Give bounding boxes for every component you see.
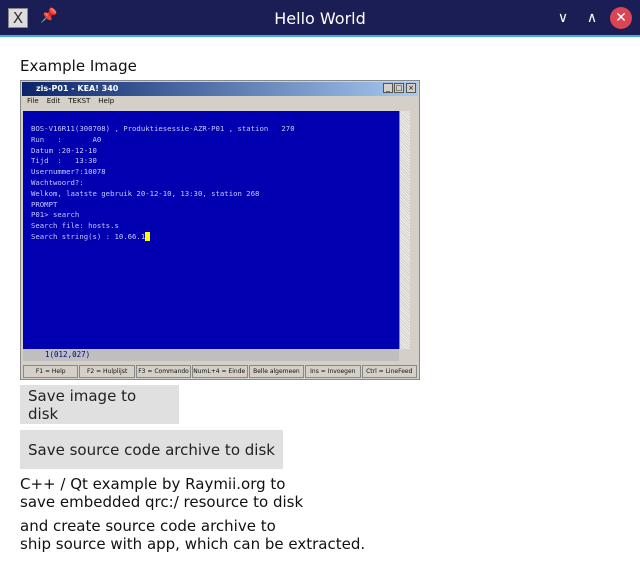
description-line: save embedded qrc:/ resource to disk	[20, 493, 304, 511]
image-close-icon: ×	[406, 83, 416, 93]
terminal-line: Wachtwoord?:	[31, 177, 84, 187]
fkey: Ctrl = LineFeed	[361, 365, 417, 378]
fkey: F1 = Help	[23, 365, 79, 378]
minimize-button[interactable]: ∨	[552, 7, 574, 29]
terminal-line: Search file: hosts.s	[31, 221, 119, 231]
window-title: Hello World	[274, 9, 366, 28]
close-button[interactable]: ✕	[610, 7, 632, 29]
description-line: and create source code archive to	[20, 517, 276, 535]
fkey: F3 = Commando	[135, 365, 192, 378]
fkey: F2 = Hulplijst	[79, 365, 135, 378]
terminal-line: Datum :20-12-10	[31, 145, 97, 155]
terminal-line: Tijd : 13:30	[31, 156, 97, 166]
example-image-heading: Example Image	[20, 57, 137, 75]
terminal-line: PROMPT	[31, 199, 58, 209]
description-line: ship source with app, which can be extra…	[20, 535, 366, 553]
image-min-icon: _	[383, 83, 393, 93]
terminal-line: Run : A0	[31, 134, 102, 144]
fkey: NumL+4 = Einde tel	[192, 365, 248, 378]
image-status: 1(012,027)	[23, 349, 399, 361]
save-archive-button[interactable]: Save source code archive to disk	[20, 430, 283, 469]
fkey: Ins = Invoegen	[305, 365, 361, 378]
example-image: zis-P01 - KEA! 340 _ □ × File Edit TEKST…	[20, 80, 420, 380]
image-menu-item: Help	[98, 97, 115, 105]
fkey: Belle algemeen	[248, 365, 305, 378]
terminal-line: Welkom, laatste gebruik 20-12-10, 13:30,…	[31, 188, 260, 198]
maximize-button[interactable]: ∧	[581, 7, 603, 29]
image-window-title: zis-P01 - KEA! 340	[22, 82, 418, 96]
image-max-icon: □	[394, 83, 404, 93]
function-key-bar: F1 = Help F2 = Hulplijst F3 = Commando N…	[23, 365, 417, 378]
terminal-line: Usernummer?:10078	[31, 167, 106, 177]
image-menu: File Edit TEKST Help	[27, 97, 114, 105]
title-bar: X 📌 Hello World ∨ ∧ ✕	[0, 0, 640, 37]
image-menu-item: Edit	[46, 97, 61, 105]
image-menu-item: File	[27, 97, 39, 105]
terminal-line: P01> search	[31, 210, 80, 220]
terminal-screen: BOS-V16R11(300708) , Produktiesessie-AZR…	[23, 111, 399, 349]
cursor	[145, 232, 151, 242]
image-menu-item: TEKST	[68, 97, 91, 105]
save-image-button[interactable]: Save image to disk	[20, 385, 179, 424]
terminal-line: BOS-V16R11(300708) , Produktiesessie-AZR…	[31, 124, 295, 133]
image-scrollbar	[399, 111, 410, 349]
terminal-line: Search string(s) : 10.66.1	[31, 231, 146, 241]
description-line: C++ / Qt example by Raymii.org to	[20, 475, 286, 493]
